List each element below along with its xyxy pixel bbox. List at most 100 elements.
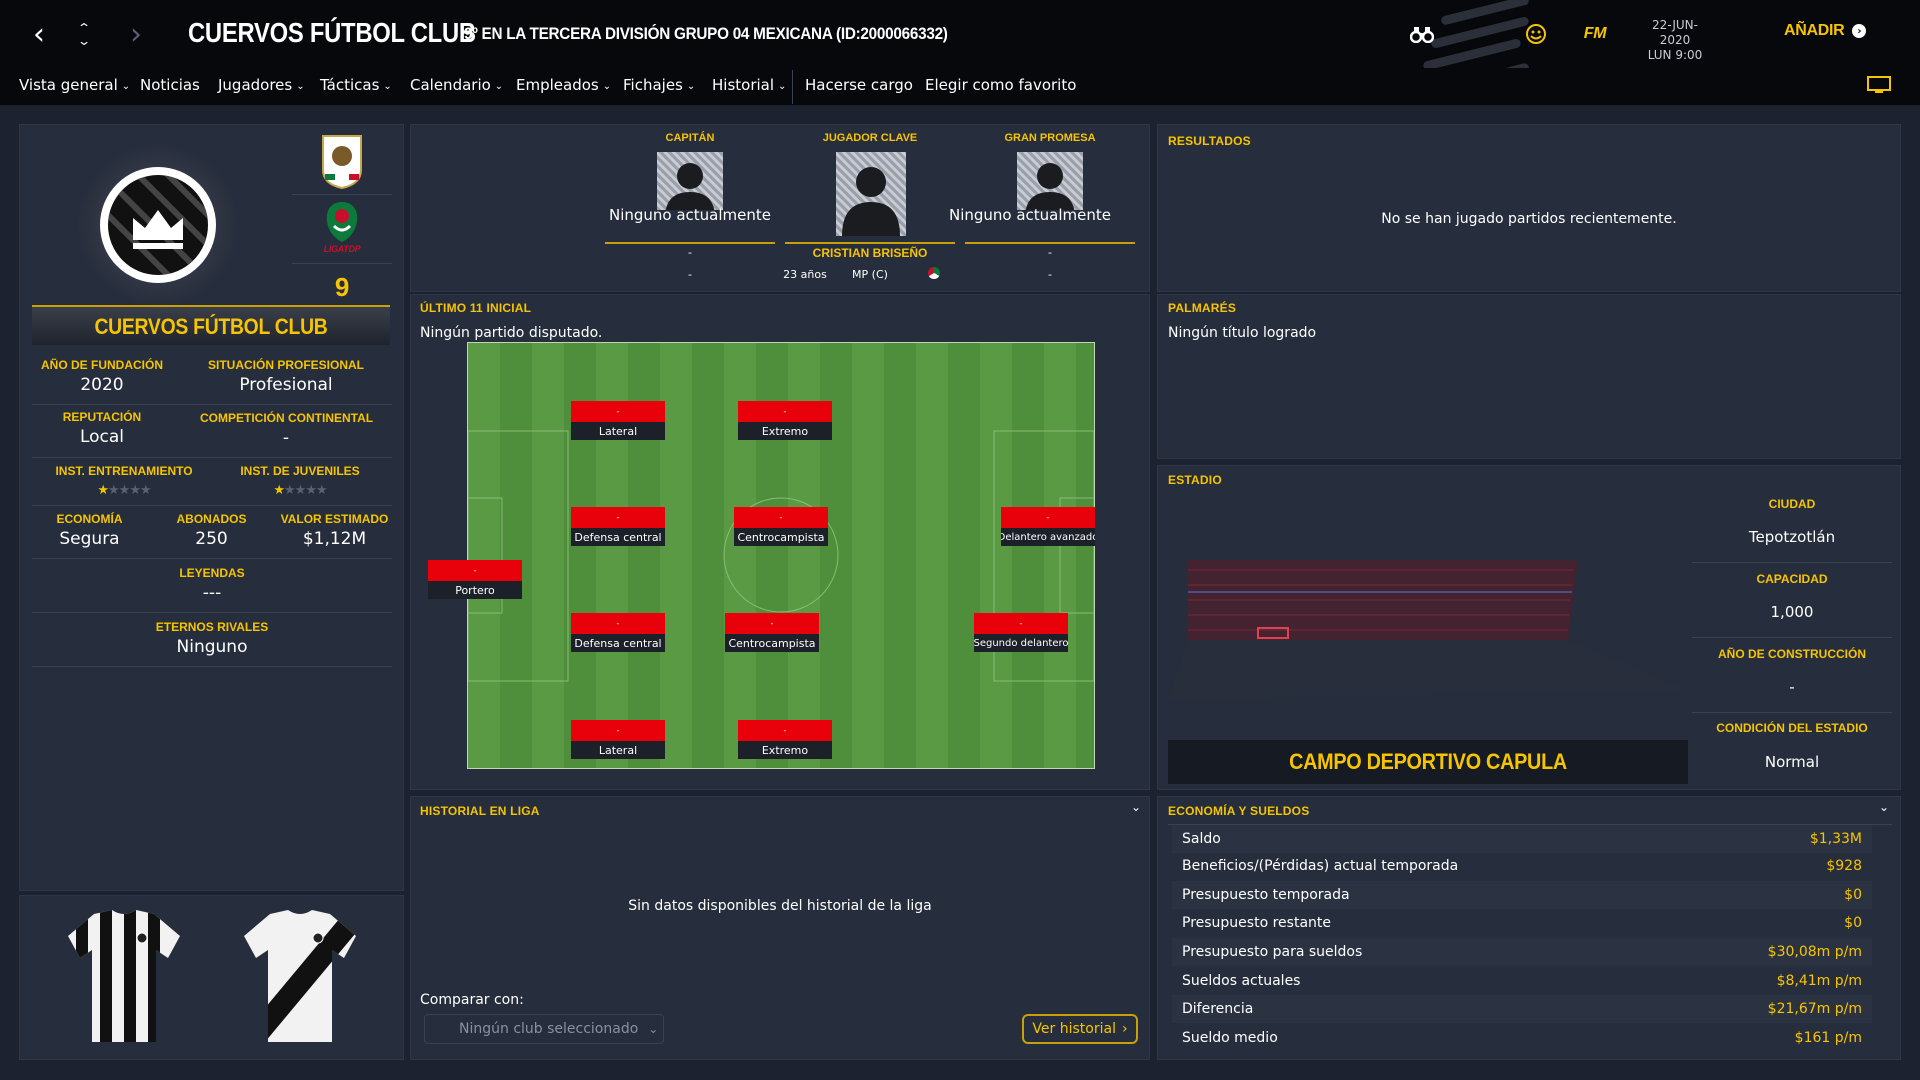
continental-value: -	[282, 428, 290, 448]
mexico-flag-icon	[928, 267, 940, 279]
manager-face-icon[interactable]	[1522, 20, 1550, 48]
finance-label: Presupuesto para sueldos	[1182, 944, 1363, 960]
chevron-down-icon: ⌄	[602, 81, 612, 92]
player-number: -	[738, 401, 832, 422]
tab-players[interactable]: Jugadores ⌄	[218, 76, 305, 94]
away-kit[interactable]	[240, 906, 360, 1048]
row-divider	[1692, 562, 1892, 563]
player-position: Extremo	[738, 422, 832, 440]
key-player-photo[interactable]	[836, 152, 906, 236]
prospect-photo[interactable]	[1017, 152, 1083, 210]
prospect-underline	[965, 242, 1135, 244]
lineup-title: ÚLTIMO 11 INICIAL	[420, 301, 532, 315]
player-number: -	[974, 613, 1068, 634]
tab-tactics-label: Tácticas	[320, 76, 380, 94]
tab-transfers[interactable]: Fichajes ⌄	[623, 76, 695, 94]
home-kit[interactable]	[64, 906, 184, 1048]
player-slot-centre-back-2[interactable]: - Defensa central	[571, 613, 665, 652]
compare-label: Comparar con:	[420, 992, 524, 1008]
collapse-icon[interactable]: ⌄	[1876, 800, 1892, 816]
value-info: VALOR ESTIMADO $1,12M	[277, 512, 392, 549]
tab-news[interactable]: Noticias	[140, 76, 200, 94]
player-slot-goalkeeper[interactable]: - Portero	[428, 560, 522, 599]
members-label: ABONADOS	[176, 512, 247, 526]
tab-overview[interactable]: Vista general ⌄	[19, 76, 130, 94]
player-number: -	[571, 720, 665, 741]
player-slot-advanced-forward[interactable]: - Delantero avanzado	[1001, 507, 1095, 546]
results-title: RESULTADOS	[1168, 134, 1251, 148]
club-crest	[78, 145, 238, 305]
continue-icon: ›	[1852, 24, 1867, 38]
tab-overview-label: Vista general	[19, 76, 118, 94]
year-label: AÑO DE CONSTRUCCIÓN	[1717, 647, 1866, 661]
fm-logo[interactable]: FM	[1580, 22, 1610, 46]
player-slot-midfielder-1[interactable]: - Centrocampista	[734, 507, 828, 546]
tv-icon[interactable]	[1866, 74, 1892, 96]
finance-value: $161 p/m	[1794, 1030, 1862, 1046]
tab-take-control[interactable]: Hacerse cargo	[805, 76, 913, 94]
player-position: Segundo delantero	[974, 634, 1068, 652]
captain-photo[interactable]	[657, 152, 723, 210]
compare-dropdown[interactable]: Ningún club seleccionado ⌄	[424, 1014, 664, 1044]
tab-tactics[interactable]: Tácticas ⌄	[320, 76, 392, 94]
value-value: $1,12M	[302, 529, 367, 549]
captain-underline	[605, 242, 775, 244]
stadium-name: CAMPO DEPORTIVO CAPULA	[1289, 749, 1567, 774]
player-position: Lateral	[571, 741, 665, 759]
forward-icon[interactable]: ›	[124, 17, 148, 52]
rivals-value: Ninguno	[176, 637, 248, 657]
continental-info: COMPETICIÓN CONTINENTAL -	[200, 411, 374, 448]
lineup-subtitle: Ningún partido disputado.	[420, 325, 603, 341]
tab-history[interactable]: Historial ⌄	[712, 76, 786, 94]
tab-favourite-label: Elegir como favorito	[925, 76, 1077, 94]
honours-empty-text: Ningún título logrado	[1168, 325, 1317, 341]
tab-schedule-label: Calendario	[410, 76, 491, 94]
reputation-info: REPUTACIÓN Local	[32, 410, 172, 447]
chevron-down-icon: ⌄	[778, 81, 787, 92]
nav-divider	[792, 70, 793, 104]
results-empty-text: No se han jugado partidos recientemente.	[1381, 211, 1677, 227]
add-button[interactable]: AÑADIR ›	[1784, 22, 1867, 40]
tab-staff-label: Empleados	[516, 76, 599, 94]
player-number: -	[571, 401, 665, 422]
player-number: -	[428, 560, 522, 581]
back-icon[interactable]: ‹	[24, 17, 54, 52]
league-position: 9	[334, 272, 350, 302]
finance-row: Sueldos actuales $8,41m p/m	[1172, 967, 1872, 995]
player-slot-right-back[interactable]: - Lateral	[571, 720, 665, 759]
player-slot-left-back[interactable]: - Lateral	[571, 401, 665, 440]
tab-history-label: Historial	[712, 76, 775, 94]
player-slot-left-wing[interactable]: - Extremo	[738, 401, 832, 440]
capacity-label: CAPACIDAD	[1756, 572, 1828, 586]
tab-staff[interactable]: Empleados ⌄	[516, 76, 611, 94]
player-position: Lateral	[571, 422, 665, 440]
chevron-right-icon: ›	[1121, 1021, 1128, 1037]
club-name: CUERVOS FÚTBOL CLUB	[94, 314, 328, 339]
row-divider	[32, 457, 392, 458]
view-history-button[interactable]: Ver historial ›	[1022, 1014, 1138, 1044]
key-player-position: MP (C)	[852, 268, 888, 281]
player-slot-second-striker[interactable]: - Segundo delantero	[974, 613, 1068, 652]
members-info: ABONADOS 250	[154, 512, 269, 549]
continental-label: COMPETICIÓN CONTINENTAL	[200, 411, 374, 425]
city-value: Tepotzotlán	[1748, 528, 1836, 546]
legends-info: LEYENDAS ---	[32, 566, 392, 603]
finance-value: $21,67m p/m	[1767, 1001, 1862, 1017]
collapse-icon[interactable]: ⌄	[1128, 800, 1144, 816]
player-slot-midfielder-2[interactable]: - Centrocampista	[725, 613, 819, 652]
player-position: Defensa central	[571, 528, 665, 546]
view-history-label: Ver historial	[1032, 1021, 1116, 1037]
up-down-icon[interactable]: ⌃ ⌃	[72, 18, 96, 50]
tab-favourite[interactable]: Elegir como favorito	[925, 76, 1076, 94]
finance-value: $1,33M	[1809, 831, 1862, 847]
status-value: Profesional	[239, 375, 333, 395]
finance-label: Sueldo medio	[1182, 1030, 1278, 1046]
tab-schedule[interactable]: Calendario ⌄	[410, 76, 503, 94]
player-slot-centre-back-1[interactable]: - Defensa central	[571, 507, 665, 546]
player-position: Portero	[428, 581, 522, 599]
key-player-name[interactable]: CRISTIAN BRISEÑO	[770, 246, 970, 260]
player-slot-right-wing[interactable]: - Extremo	[738, 720, 832, 759]
date-display[interactable]: 22-JUN-2020 LUN 9:00	[1640, 18, 1710, 63]
chevron-down-icon: ⌄	[121, 81, 131, 92]
binoculars-icon[interactable]	[1408, 20, 1436, 48]
